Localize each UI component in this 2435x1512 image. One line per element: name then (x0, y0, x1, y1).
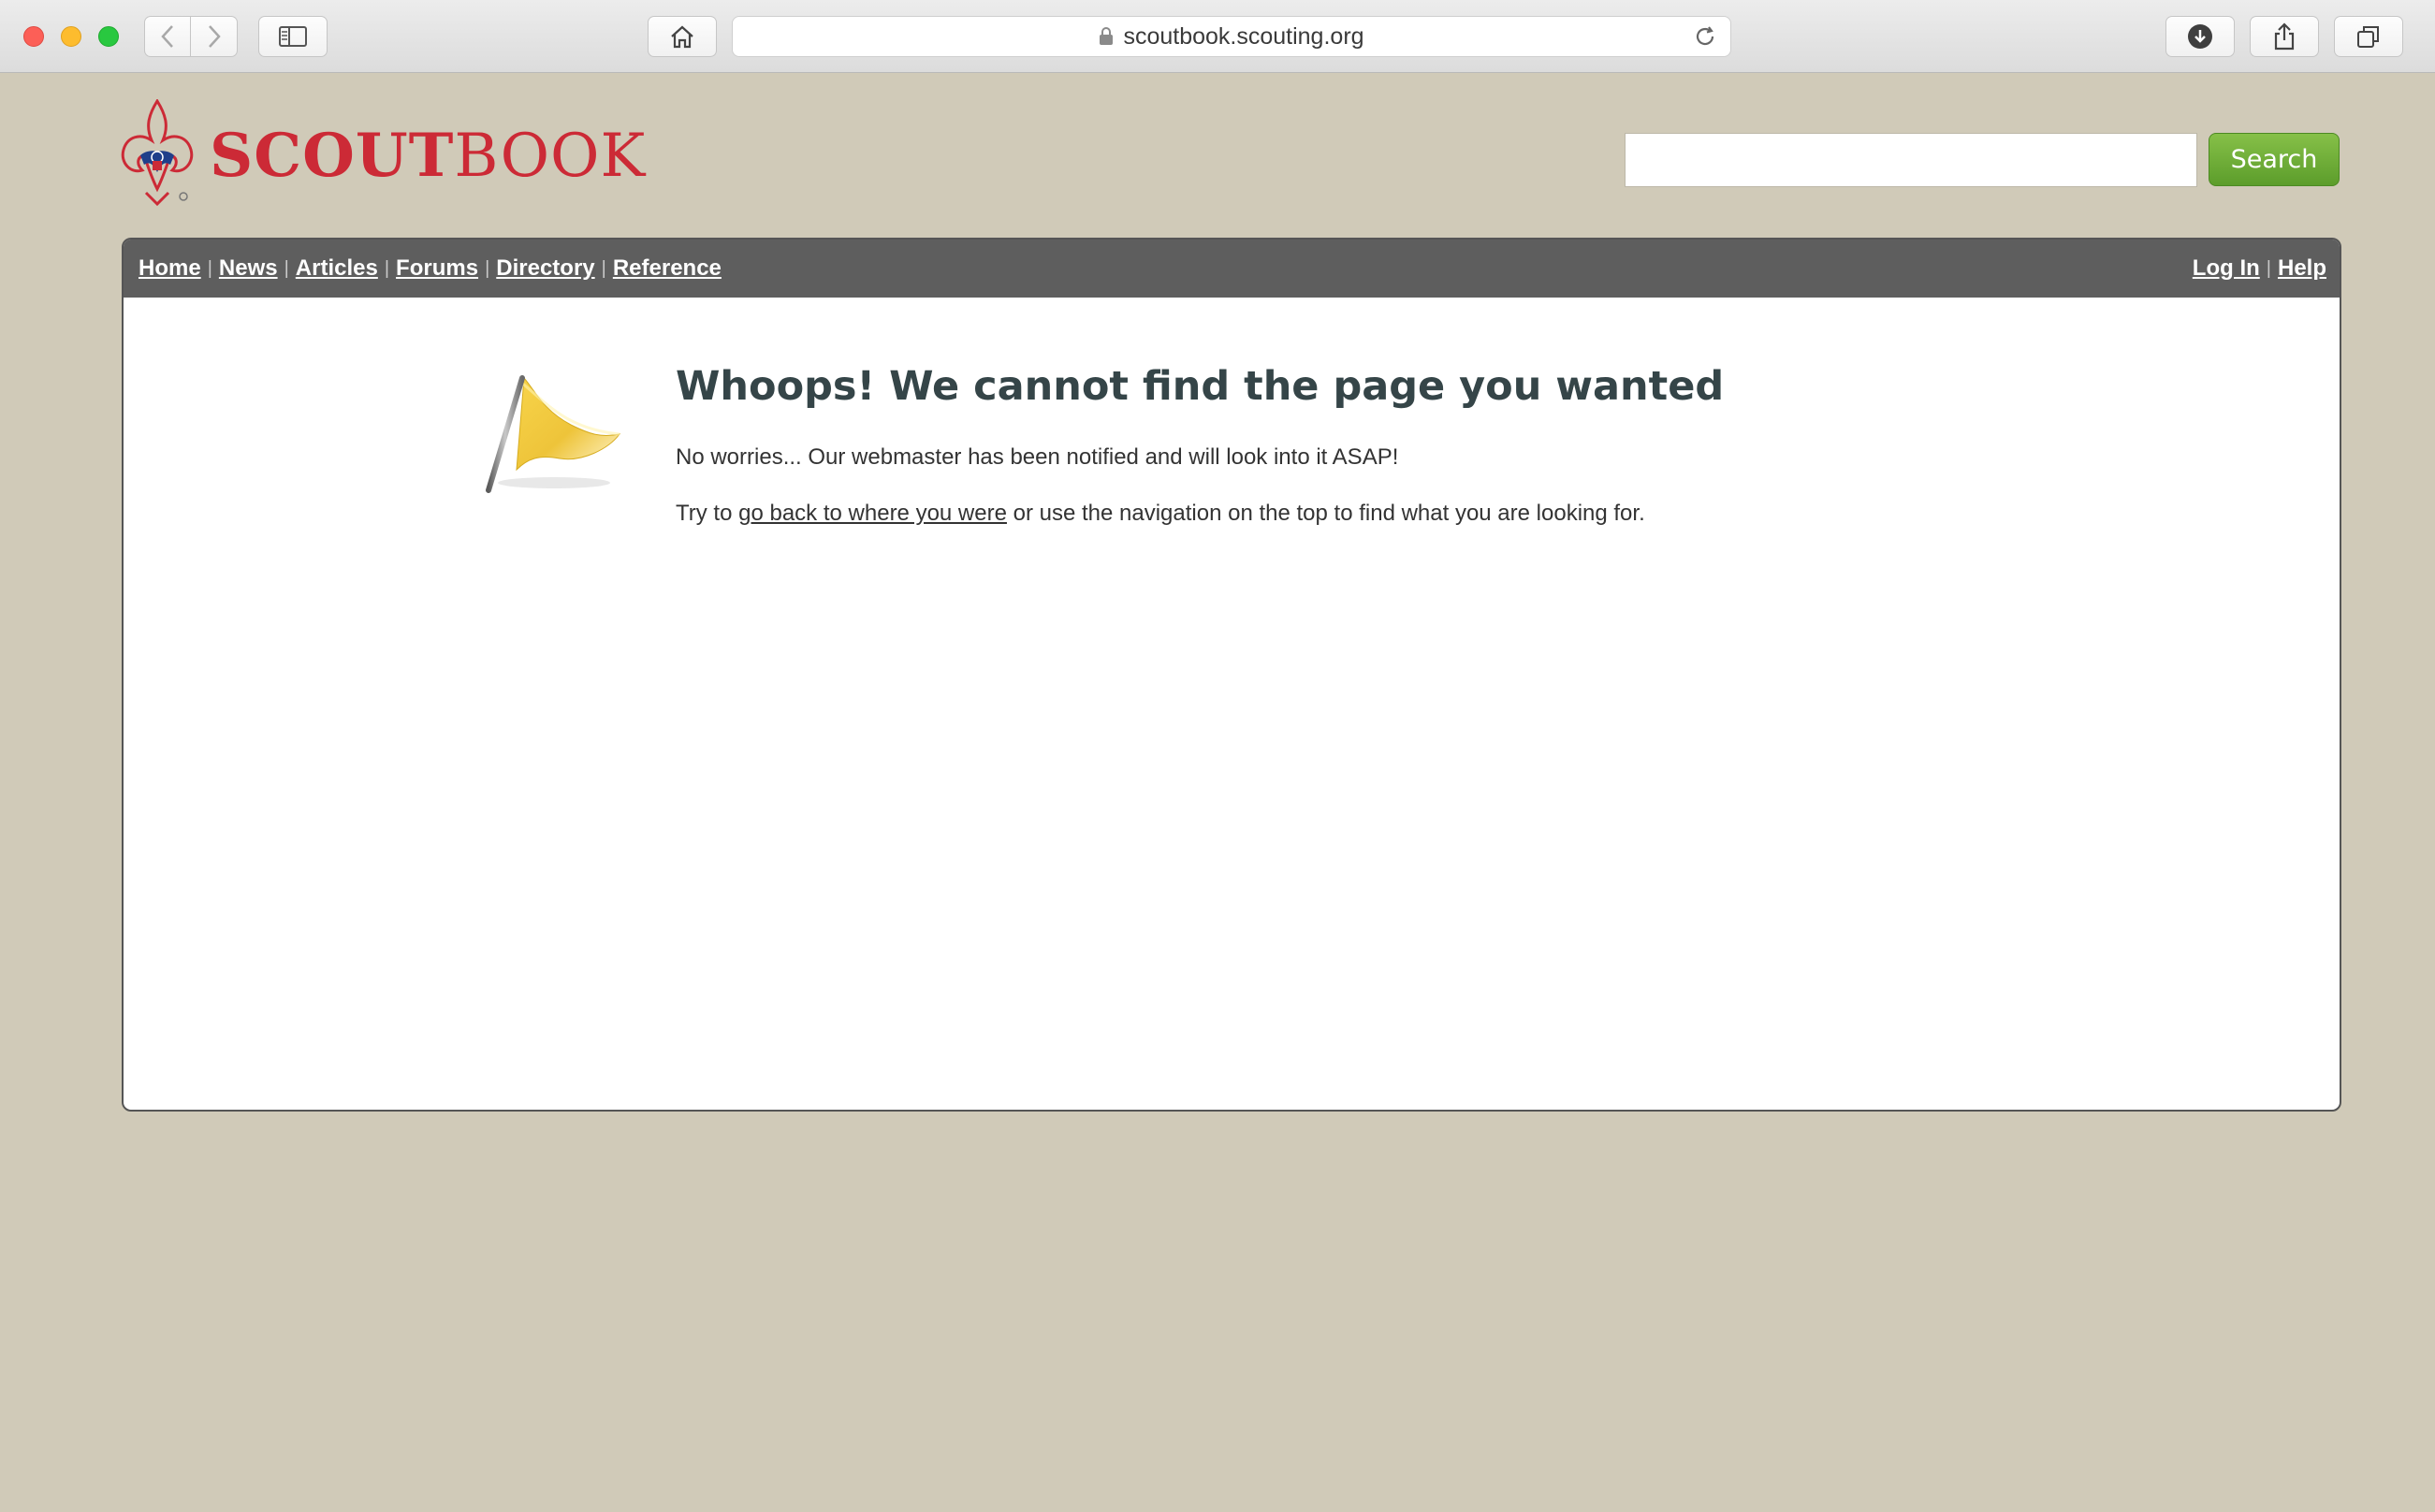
error-title: Whoops! We cannot find the page you want… (676, 363, 1725, 410)
error-hint-suffix: or use the navigation on the top to find… (1006, 501, 1645, 526)
logo-wordmark-scout: SCOUT (210, 121, 455, 191)
main-panel: Home | News | Articles | Forums | Direct… (122, 238, 2341, 1112)
scoutbook-logo[interactable]: SCOUTBOOK (120, 99, 646, 213)
nav-separator: | (601, 257, 606, 279)
logo-wordmark: SCOUTBOOK (210, 126, 646, 187)
url-text: scoutbook.scouting.org (1123, 22, 1364, 50)
download-icon (2188, 24, 2212, 49)
share-button[interactable] (2250, 16, 2319, 57)
nav-news-link[interactable]: News (219, 255, 278, 282)
nav-separator: | (2266, 257, 2271, 279)
nav-separator: | (207, 257, 212, 279)
nav-help-link[interactable]: Help (2278, 255, 2326, 282)
primary-nav: Home | News | Articles | Forums | Direct… (139, 255, 722, 282)
sidebar-button[interactable] (258, 16, 328, 57)
back-icon (161, 25, 173, 48)
nav-separator: | (384, 257, 390, 279)
nav-login-link[interactable]: Log In (2193, 255, 2260, 282)
minimize-window-button[interactable] (61, 26, 81, 47)
tabs-button[interactable] (2334, 16, 2403, 57)
tabs-icon (2357, 26, 2379, 48)
nav-forums-link[interactable]: Forums (396, 255, 478, 282)
forward-icon (208, 25, 221, 48)
nav-separator: | (284, 257, 289, 279)
close-window-button[interactable] (23, 26, 44, 47)
go-back-link[interactable]: go back to where you were (738, 501, 1007, 526)
share-icon (2274, 22, 2295, 51)
browser-toolbar: scoutbook.scouting.org (0, 0, 2435, 73)
fleur-de-lis-logo (121, 99, 194, 207)
error-hint-prefix: Try to (676, 501, 739, 526)
nav-reference-link[interactable]: Reference (613, 255, 722, 282)
nav-articles-link[interactable]: Articles (296, 255, 378, 282)
reload-icon[interactable] (1693, 24, 1717, 55)
search-button[interactable]: Search (2209, 133, 2340, 186)
logo-wordmark-book: BOOK (454, 122, 647, 191)
forward-button[interactable] (191, 16, 238, 57)
top-navigation: Home | News | Articles | Forums | Direct… (124, 240, 2340, 298)
home-button[interactable] (648, 16, 717, 57)
zoom-window-button[interactable] (98, 26, 119, 47)
error-message: No worries... Our webmaster has been not… (676, 444, 1399, 470)
error-hint: Try to go back to where you were or use … (676, 501, 1645, 527)
nav-separator: | (485, 257, 490, 279)
account-nav: Log In | Help (2193, 255, 2326, 282)
nav-home-link[interactable]: Home (139, 255, 201, 282)
nav-directory-link[interactable]: Directory (496, 255, 594, 282)
back-button[interactable] (144, 16, 191, 57)
flag-icon (486, 375, 621, 493)
address-bar[interactable]: scoutbook.scouting.org (732, 16, 1731, 57)
search-input[interactable] (1625, 133, 2197, 187)
sidebar-icon (279, 26, 307, 47)
lock-icon (1099, 27, 1114, 46)
home-icon (671, 25, 693, 49)
downloads-button[interactable] (2165, 16, 2235, 57)
